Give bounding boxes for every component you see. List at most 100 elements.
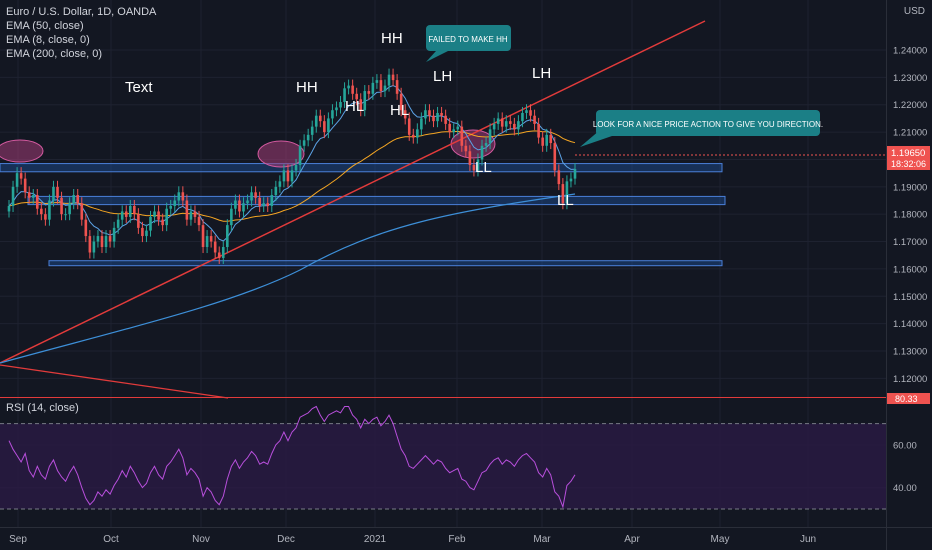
candle bbox=[76, 195, 80, 204]
candle bbox=[327, 118, 330, 133]
x-tick-label: Feb bbox=[448, 534, 466, 545]
candle bbox=[23, 178, 27, 193]
candle bbox=[464, 145, 468, 152]
candle bbox=[254, 192, 257, 198]
x-tick-label: Jun bbox=[800, 534, 816, 545]
candle bbox=[428, 110, 431, 116]
swing-label: HH bbox=[381, 30, 403, 47]
candle bbox=[100, 236, 104, 248]
swing-label: LH bbox=[433, 68, 452, 85]
candle bbox=[213, 241, 217, 253]
highlight-ellipse bbox=[257, 140, 305, 168]
side-text: Text bbox=[125, 79, 153, 96]
candle bbox=[335, 107, 338, 111]
candle bbox=[294, 164, 298, 171]
candle bbox=[375, 80, 379, 83]
candle bbox=[246, 200, 249, 204]
candle bbox=[529, 110, 532, 116]
candle bbox=[500, 118, 504, 127]
y-tick-label: 1.19000 bbox=[893, 182, 927, 193]
candle bbox=[250, 192, 253, 201]
candle bbox=[31, 195, 35, 198]
candle bbox=[189, 211, 193, 220]
candle bbox=[258, 197, 261, 206]
candle bbox=[420, 118, 423, 130]
swing-label: LH bbox=[532, 65, 551, 82]
x-tick-label: Nov bbox=[192, 534, 210, 545]
candle bbox=[124, 211, 128, 217]
x-tick-label: Sep bbox=[9, 534, 27, 545]
x-tick-label: 2021 bbox=[364, 534, 387, 545]
candle bbox=[262, 203, 265, 206]
x-tick-label: May bbox=[711, 534, 730, 545]
candle bbox=[238, 200, 241, 212]
swing-label: HL bbox=[345, 98, 364, 115]
candle bbox=[302, 140, 306, 146]
currency-label: USD bbox=[904, 6, 925, 17]
price-badge-value: 1.19650 bbox=[891, 148, 925, 159]
price-badge-countdown: 18:32:06 bbox=[891, 159, 926, 169]
candle bbox=[145, 230, 148, 237]
candle bbox=[525, 110, 528, 113]
candle bbox=[84, 219, 88, 237]
candle bbox=[496, 118, 500, 124]
y-tick-label: 1.18000 bbox=[893, 210, 927, 221]
candle bbox=[310, 126, 314, 135]
candle bbox=[395, 80, 399, 94]
candle bbox=[27, 192, 31, 198]
candle bbox=[371, 82, 375, 94]
candle bbox=[137, 214, 140, 228]
candle bbox=[488, 129, 492, 144]
candle bbox=[513, 123, 516, 130]
candle bbox=[331, 110, 334, 119]
zone-box bbox=[48, 260, 723, 267]
candle bbox=[452, 129, 456, 133]
candle bbox=[407, 118, 411, 135]
candle bbox=[298, 145, 302, 165]
candle bbox=[440, 112, 443, 116]
y-tick-label: 1.15000 bbox=[893, 292, 927, 303]
candle bbox=[234, 200, 237, 209]
candle bbox=[104, 236, 108, 248]
y-tick-label: 1.13000 bbox=[893, 346, 927, 357]
ema8-legend[interactable]: EMA (8, close, 0) bbox=[6, 34, 90, 46]
candle bbox=[108, 236, 112, 242]
candle bbox=[504, 121, 508, 127]
candle bbox=[537, 123, 540, 138]
symbol-title[interactable]: Euro / U.S. Dollar, 1D, OANDA bbox=[6, 6, 156, 18]
candle bbox=[549, 134, 553, 144]
rsi-legend[interactable]: RSI (14, close) bbox=[6, 402, 79, 414]
candle bbox=[209, 236, 213, 242]
candle bbox=[274, 186, 278, 196]
candle bbox=[173, 200, 177, 206]
swing-label: HH bbox=[296, 79, 318, 96]
candle bbox=[116, 219, 120, 228]
candle bbox=[282, 170, 286, 182]
candle bbox=[270, 195, 274, 206]
y-tick-label: 1.21000 bbox=[893, 128, 927, 139]
candle bbox=[153, 211, 156, 217]
candle bbox=[19, 173, 23, 179]
candle bbox=[569, 178, 573, 182]
candle bbox=[92, 241, 96, 253]
ema200-legend[interactable]: EMA (200, close, 0) bbox=[6, 48, 102, 60]
rsi-y-tick-label: 60.00 bbox=[893, 440, 917, 451]
candle bbox=[128, 205, 132, 217]
y-tick-label: 1.14000 bbox=[893, 319, 927, 330]
candle bbox=[44, 214, 47, 220]
swing-label: HL bbox=[390, 102, 409, 119]
candle bbox=[68, 203, 71, 215]
candle bbox=[52, 186, 55, 201]
candle bbox=[141, 227, 144, 237]
candle bbox=[36, 195, 39, 209]
candle bbox=[351, 85, 354, 94]
candle bbox=[509, 121, 512, 124]
ema50-legend[interactable]: EMA (50, close) bbox=[6, 20, 84, 32]
candle bbox=[456, 126, 460, 130]
candle bbox=[557, 170, 561, 185]
y-tick-label: 1.23000 bbox=[893, 73, 927, 84]
candle bbox=[391, 74, 395, 81]
candle bbox=[492, 123, 496, 130]
candle bbox=[157, 211, 160, 220]
candle bbox=[217, 252, 221, 258]
